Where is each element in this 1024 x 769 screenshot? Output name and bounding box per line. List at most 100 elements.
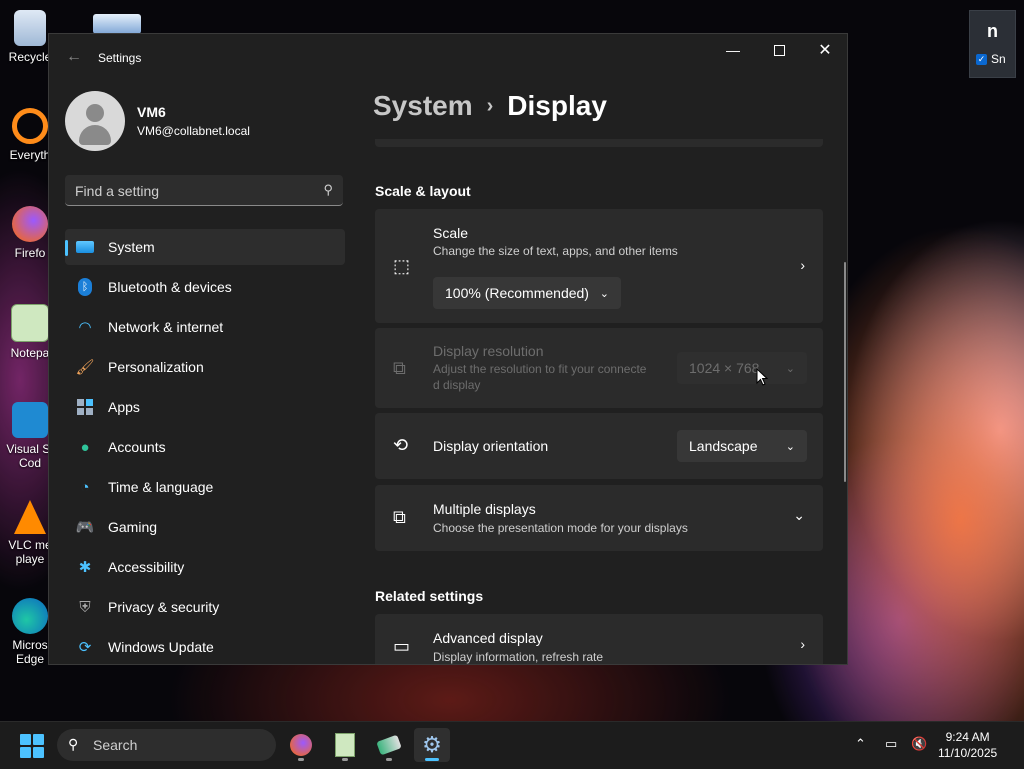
scale-icon: ⬚ (393, 256, 411, 276)
taskbar-notepad[interactable] (327, 728, 363, 762)
title-bar[interactable]: ← Settings — ✕ (49, 34, 847, 82)
user-profile[interactable]: VM6 VM6@collabnet.local (65, 91, 250, 151)
multiple-displays-subtitle: Choose the presentation mode for your di… (433, 521, 688, 535)
scale-title: Scale (433, 225, 469, 241)
sidebar-nav: System ᛒ Bluetooth & devices ◠ Network &… (65, 229, 345, 664)
network-icon[interactable]: ▭ (885, 736, 897, 752)
section-title-scale-layout: Scale & layout (375, 183, 471, 199)
volume-muted-icon[interactable]: 🔇 (911, 736, 927, 752)
advanced-display-title: Advanced display (433, 630, 543, 646)
clock[interactable]: 9:24 AM 11/10/2025 (938, 729, 997, 761)
edge-icon (12, 598, 48, 634)
shield-icon: ⛨ (79, 598, 91, 616)
vscode-icon (12, 402, 48, 438)
resolution-value: 1024 × 768 (689, 360, 760, 376)
sidebar-item-windows-update[interactable]: ⟳ Windows Update (65, 629, 345, 664)
wifi-icon: ◠ (78, 319, 92, 336)
sidebar-item-bluetooth[interactable]: ᛒ Bluetooth & devices (65, 269, 345, 305)
sidebar-item-label: Apps (108, 399, 140, 415)
taskbar-search-label: Search (93, 737, 138, 753)
accessibility-icon: ✱ (78, 559, 92, 576)
scale-dropdown[interactable]: 100% (Recommended) ⌄ (433, 277, 621, 309)
section-title-related: Related settings (375, 588, 484, 604)
start-button[interactable] (20, 734, 44, 758)
firefox-icon (290, 734, 312, 756)
sidebar-item-accessibility[interactable]: ✱ Accessibility (65, 549, 345, 585)
orientation-dropdown[interactable]: Landscape ⌄ (677, 430, 807, 462)
taskbar-app-3[interactable] (371, 728, 407, 762)
settings-window: ← Settings — ✕ VM6 VM6@collabnet.local F… (48, 33, 848, 665)
sidebar-item-label: Gaming (108, 519, 158, 535)
everything-search-icon (12, 108, 48, 144)
find-setting-input[interactable]: Find a setting ⚲ (65, 175, 343, 206)
resolution-title: Display resolution (433, 343, 544, 359)
minimize-button[interactable]: — (710, 34, 756, 66)
taskbar-settings[interactable]: ⚙ (414, 728, 450, 762)
avatar (65, 91, 125, 151)
chevron-down-icon: ⌄ (599, 287, 609, 300)
chevron-down-icon: ⌄ (785, 362, 795, 375)
bluetooth-icon: ᛒ (75, 278, 95, 296)
sidebar-item-system[interactable]: System (65, 229, 345, 265)
app-icon (376, 734, 402, 756)
sidebar-item-network[interactable]: ◠ Network & internet (65, 309, 345, 345)
advanced-display-subtitle: Display information, refresh rate (433, 650, 604, 664)
search-icon: ⚲ (68, 736, 79, 752)
sidebar-item-apps[interactable]: Apps (65, 389, 345, 425)
window-title: Settings (98, 51, 142, 65)
sidebar-item-privacy-security[interactable]: ⛨ Privacy & security (65, 589, 345, 625)
sidebar-item-label: Windows Update (108, 639, 214, 655)
taskbar-firefox[interactable] (283, 728, 319, 762)
chevron-down-icon: ⌄ (785, 440, 795, 453)
orientation-value: Landscape (689, 438, 758, 454)
gamepad-icon: 🎮 (75, 519, 95, 536)
search-placeholder: Find a setting (75, 183, 160, 199)
previous-card-edge (375, 139, 823, 147)
sidebar-item-time-language[interactable]: ◔ Time & language (65, 469, 345, 505)
user-email: VM6@collabnet.local (137, 124, 250, 138)
orientation-icon: ⟲ (393, 435, 409, 455)
sidebar-item-label: Privacy & security (108, 599, 220, 615)
sidebar-item-personalization[interactable]: 🖌 Personalization (65, 349, 345, 385)
close-button[interactable]: ✕ (802, 34, 847, 66)
chevron-right-icon: › (800, 257, 805, 273)
multiple-displays-title: Multiple displays (433, 501, 536, 517)
brush-icon: 🖌 (75, 359, 95, 376)
breadcrumb-parent[interactable]: System (373, 90, 473, 121)
avatar-head (86, 104, 104, 122)
update-icon: ⟳ (78, 639, 92, 656)
sidebar-item-gaming[interactable]: 🎮 Gaming (65, 509, 345, 545)
multiple-displays-card[interactable]: ⧉ Multiple displays Choose the presentat… (375, 485, 823, 551)
maximize-button[interactable] (756, 34, 802, 66)
scale-card[interactable]: ⬚ Scale Change the size of text, apps, a… (375, 209, 823, 323)
resolution-dropdown: 1024 × 768 ⌄ (677, 352, 807, 384)
mouse-cursor-icon (756, 368, 768, 386)
chevron-up-icon[interactable]: ⌃ (855, 736, 866, 752)
sidebar-item-label: Personalization (108, 359, 204, 375)
widget-check-label: Sn (991, 52, 1006, 66)
sidebar-item-label: Network & internet (108, 319, 224, 335)
person-icon: ● (80, 438, 90, 456)
monitor-icon (75, 238, 95, 256)
clock-time: 9:24 AM (945, 730, 990, 744)
apps-icon (75, 398, 95, 416)
multiple-displays-icon: ⧉ (393, 507, 406, 527)
desktop-widget[interactable]: n ✓ Sn (969, 10, 1016, 78)
firefox-icon (12, 206, 48, 242)
notepad-icon (335, 733, 355, 757)
back-arrow-icon[interactable]: ← (66, 48, 82, 66)
resolution-subtitle-line2: d display (433, 378, 481, 392)
desktop-icon-unknown[interactable] (93, 14, 141, 34)
page-title: System › Display (373, 90, 607, 122)
scrollbar[interactable] (844, 262, 846, 482)
sidebar-item-label: Accounts (108, 439, 166, 455)
clock-globe-icon: ◔ (80, 478, 90, 496)
breadcrumb-current: Display (507, 90, 607, 121)
advanced-display-card[interactable]: ▭ Advanced display Display information, … (375, 614, 823, 664)
widget-letter: n (987, 21, 998, 41)
sidebar-item-label: Time & language (108, 479, 214, 495)
taskbar-search[interactable]: ⚲ Search (57, 729, 276, 761)
checkbox-icon[interactable]: ✓ (976, 53, 987, 65)
sidebar-item-label: Bluetooth & devices (108, 279, 232, 295)
sidebar-item-accounts[interactable]: ● Accounts (65, 429, 345, 465)
